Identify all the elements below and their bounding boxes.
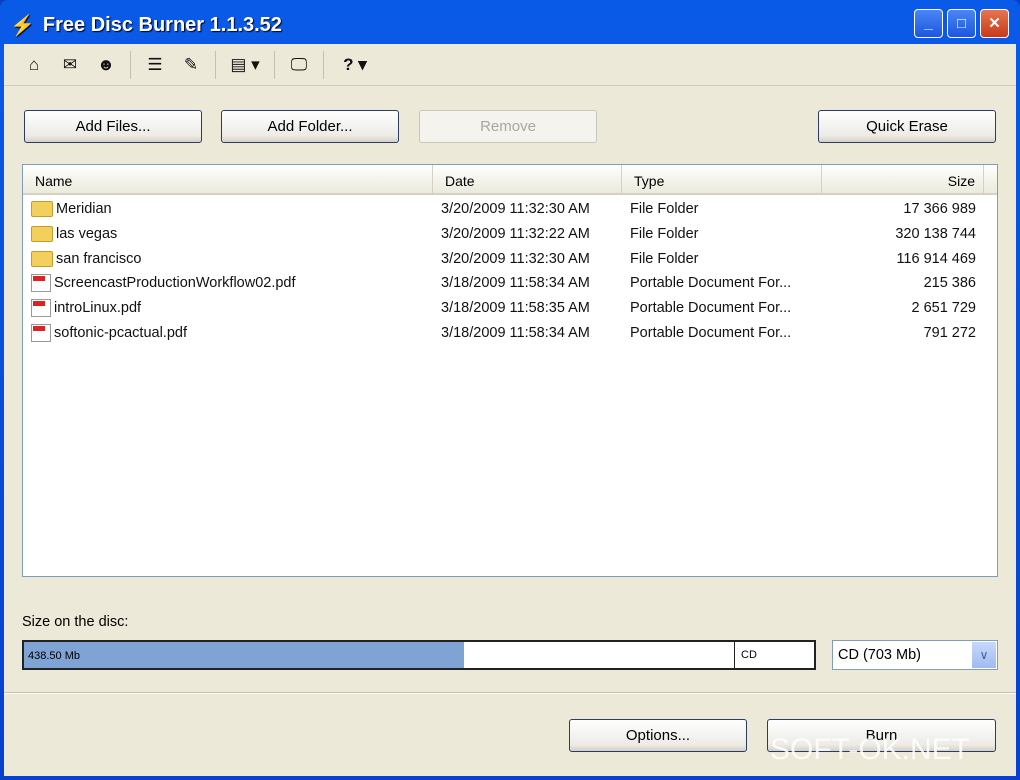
cell-size: 2 651 729: [911, 300, 976, 317]
user-icon[interactable]: ☻: [88, 55, 124, 75]
table-row[interactable]: ScreencastProductionWorkflow02.pdf 3/18/2…: [23, 271, 997, 296]
disc-type-value: CD (703 Mb): [838, 647, 921, 663]
cell-type: File Folder: [630, 201, 699, 218]
separator: [215, 50, 216, 79]
folder-icon: [31, 250, 53, 267]
pencil-icon[interactable]: ✎: [173, 55, 209, 75]
cell-name: las vegas: [23, 226, 433, 243]
cell-size: 320 138 744: [895, 226, 976, 243]
cell-date: 3/18/2009 11:58:34 AM: [441, 324, 590, 341]
cell-size: 791 272: [923, 324, 976, 341]
app-icon: ⚡: [10, 14, 35, 37]
chevron-down-icon[interactable]: ∨: [972, 642, 996, 668]
cell-date: 3/18/2009 11:58:35 AM: [441, 300, 590, 317]
separator: [130, 50, 131, 79]
quick-erase-button[interactable]: Quick Erase: [818, 110, 996, 143]
client-area: ⌂ ✉ ☻ ☰ ✎ ▤ ▾ 🖵 ? ▾ Add Files... Add Fol…: [4, 44, 1016, 776]
folder-icon: [31, 201, 53, 218]
add-files-button[interactable]: Add Files...: [24, 110, 202, 143]
cell-name: introLinux.pdf: [23, 299, 433, 318]
file-name: softonic-pcactual.pdf: [54, 324, 187, 341]
table-row[interactable]: softonic-pcactual.pdf 3/18/2009 11:58:34 …: [23, 320, 997, 345]
cell-date: 3/20/2009 11:32:22 AM: [441, 226, 590, 243]
column-size[interactable]: Size: [822, 165, 984, 193]
cell-size: 116 914 469: [896, 250, 976, 267]
cell-name: san francisco: [23, 250, 433, 267]
cell-type: Portable Document For...: [630, 300, 792, 317]
cell-date: 3/20/2009 11:32:30 AM: [441, 201, 590, 218]
disc-usage-bar: 438.50 Mb CD: [22, 640, 816, 670]
close-button[interactable]: ✕: [980, 9, 1009, 38]
help-dropdown-icon[interactable]: ? ▾: [330, 55, 380, 75]
cell-type: File Folder: [630, 250, 699, 267]
column-name[interactable]: Name: [23, 165, 433, 193]
cell-type: Portable Document For...: [630, 324, 792, 341]
cell-size: 17 366 989: [903, 201, 976, 218]
file-name: las vegas: [56, 226, 118, 243]
table-row[interactable]: san francisco 3/20/2009 11:32:30 AM File F…: [23, 246, 997, 271]
add-folder-button[interactable]: Add Folder...: [221, 110, 399, 143]
options-button[interactable]: Options...: [569, 719, 747, 752]
size-label: Size on the disc:: [22, 614, 129, 630]
pdf-icon: [31, 323, 51, 342]
list-header: Name Date Type Size: [23, 165, 997, 195]
mail-icon[interactable]: ✉: [52, 55, 88, 75]
cell-name: softonic-pcactual.pdf: [23, 323, 433, 342]
separator: [274, 50, 275, 79]
divider: [4, 692, 1016, 694]
monitor-icon[interactable]: 🖵: [281, 55, 317, 75]
file-list[interactable]: Name Date Type Size Meridian 3/20/2009 11…: [22, 164, 998, 577]
disc-type-select[interactable]: CD (703 Mb) ∨: [832, 640, 998, 670]
cell-date: 3/20/2009 11:32:30 AM: [441, 250, 590, 267]
app-window: ⚡ Free Disc Burner 1.1.3.52 _ □ ✕ ⌂ ✉ ☻ ☰…: [0, 0, 1020, 780]
table-row[interactable]: introLinux.pdf 3/18/2009 11:58:35 AM Porta…: [23, 296, 997, 321]
table-row[interactable]: Meridian 3/20/2009 11:32:30 AM File Folder…: [23, 197, 997, 222]
toolbar: ⌂ ✉ ☻ ☰ ✎ ▤ ▾ 🖵 ? ▾: [4, 44, 1016, 86]
minimize-button[interactable]: _: [914, 9, 943, 38]
media-label: CD: [734, 642, 814, 668]
cell-type: File Folder: [630, 226, 699, 243]
window-title: Free Disc Burner 1.1.3.52: [42, 13, 282, 36]
table-row[interactable]: las vegas 3/20/2009 11:32:22 AM File Folde…: [23, 222, 997, 247]
cell-name: Meridian: [23, 201, 433, 218]
column-date[interactable]: Date: [433, 165, 622, 193]
separator: [323, 50, 324, 79]
file-name: san francisco: [56, 250, 142, 267]
file-name: Meridian: [56, 201, 112, 218]
disc-usage-fill: 438.50 Mb: [24, 642, 465, 668]
file-name: introLinux.pdf: [54, 300, 142, 317]
cell-type: Portable Document For...: [630, 275, 792, 292]
watermark: SOFT-OK.NET: [770, 733, 971, 766]
list-icon[interactable]: ☰: [137, 55, 173, 75]
home-icon[interactable]: ⌂: [16, 55, 52, 75]
maximize-button[interactable]: □: [947, 9, 976, 38]
remove-button[interactable]: Remove: [419, 110, 597, 143]
folder-icon: [31, 226, 53, 243]
title-bar: ⚡ Free Disc Burner 1.1.3.52: [10, 8, 282, 42]
cell-date: 3/18/2009 11:58:34 AM: [441, 275, 590, 292]
file-name: ScreencastProductionWorkflow02.pdf: [54, 275, 296, 292]
column-type[interactable]: Type: [622, 165, 822, 193]
pdf-icon: [31, 299, 51, 318]
cell-size: 215 386: [923, 275, 976, 292]
cell-name: ScreencastProductionWorkflow02.pdf: [23, 274, 433, 293]
view-dropdown-icon[interactable]: ▤ ▾: [222, 55, 268, 75]
pdf-icon: [31, 274, 51, 293]
